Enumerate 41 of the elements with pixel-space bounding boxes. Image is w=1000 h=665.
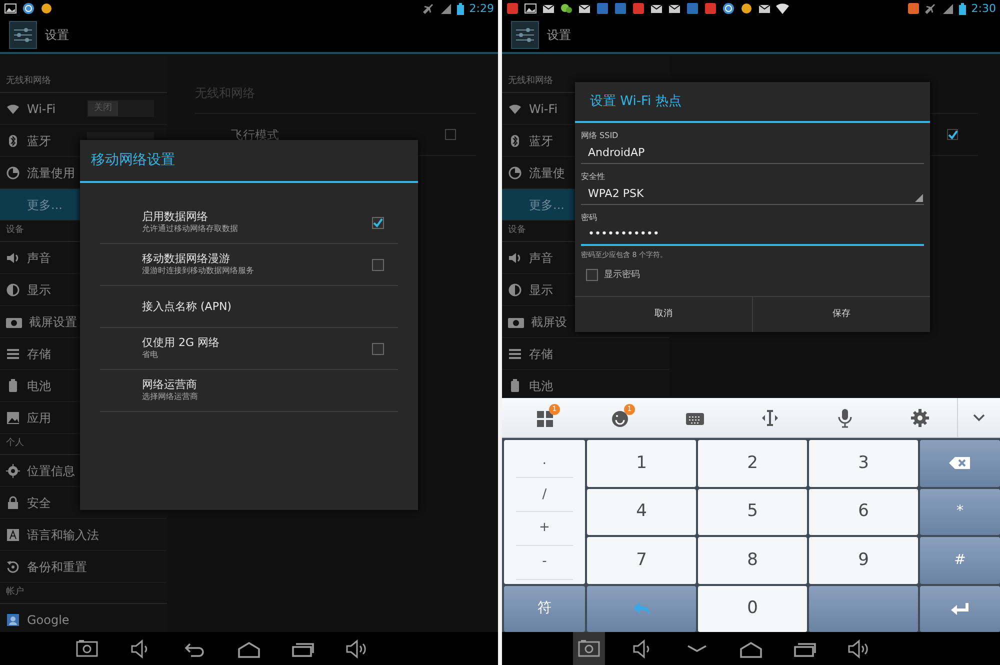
checkbox-label: 显示密码	[604, 268, 640, 282]
item-label: Google	[27, 612, 70, 628]
field-label: 安全性	[581, 171, 606, 183]
item-summary: 选择网络运营商	[142, 392, 198, 403]
item-title: 仅使用 2G 网络	[142, 336, 220, 350]
item-label: 电池	[529, 378, 553, 394]
item-label: 流量使	[529, 164, 565, 182]
item-title: 接入点名称 (APN)	[142, 300, 232, 314]
item-label: 更多...	[27, 196, 62, 214]
item-label: Wi-Fi	[27, 100, 56, 118]
item-label: 截屏设置	[29, 314, 77, 330]
field-label: 网络 SSID	[581, 130, 620, 142]
item-label: 声音	[27, 250, 51, 266]
item-summary: 漫游时连接到移动数据网络服务	[142, 266, 254, 277]
clock: 2:29	[469, 3, 494, 14]
clock: 2:30	[971, 3, 996, 14]
item-label: 截屏设	[531, 314, 567, 330]
item-summary: 省电	[142, 350, 159, 361]
app-title: 设置	[45, 26, 69, 44]
item-label: 更多...	[529, 196, 564, 214]
item-label: Wi-Fi	[529, 100, 558, 118]
item-label: 应用	[27, 410, 51, 426]
item-label: 语言和输入法	[27, 526, 99, 544]
item-title: 启用数据网络	[142, 210, 209, 224]
item-label: 蓝牙	[529, 132, 553, 150]
item-label: 流量使用	[27, 164, 75, 182]
field-label: 密码	[581, 212, 598, 224]
item-title: 移动数据网络漫游	[142, 252, 231, 266]
item-label: 备份和重置	[27, 558, 87, 576]
item-label: 安全	[27, 494, 51, 512]
item-label: 蓝牙	[27, 132, 51, 150]
item-label: 显示	[27, 282, 51, 298]
item-label: 存储	[27, 346, 51, 362]
item-label: 存储	[529, 346, 553, 362]
app-title: 设置	[547, 26, 571, 44]
item-label: 声音	[529, 250, 553, 266]
dialog-title: 设置 Wi-Fi 热点	[590, 92, 682, 111]
item-label: 位置信息	[27, 462, 75, 480]
item-label: 显示	[529, 282, 553, 298]
item-title: 网络运营商	[142, 378, 198, 392]
item-label: 电池	[27, 378, 51, 394]
